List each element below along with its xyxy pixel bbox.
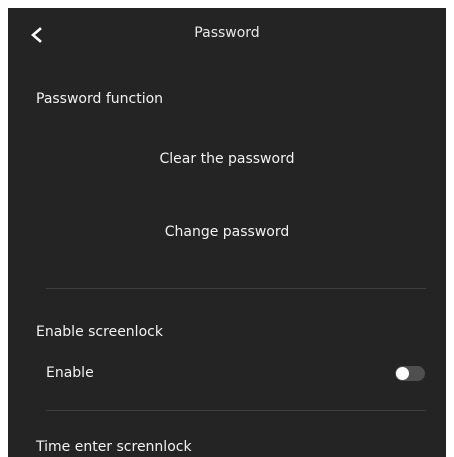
- page-title: Password: [194, 25, 260, 41]
- clear-password-button[interactable]: Clear the password: [8, 150, 446, 168]
- toggle-knob: [396, 367, 409, 380]
- header-bar: Password: [8, 8, 446, 60]
- divider: [46, 288, 426, 289]
- password-settings-screen: Password Password function Clear the pas…: [8, 8, 446, 457]
- enable-screenlock-toggle[interactable]: [395, 366, 425, 381]
- enable-screenlock-heading: Enable screenlock: [36, 324, 163, 340]
- time-enter-screenlock-heading[interactable]: Time enter scrennlock: [36, 438, 192, 456]
- divider: [46, 410, 426, 411]
- password-function-heading: Password function: [36, 91, 164, 107]
- enable-label: Enable: [46, 365, 94, 381]
- change-password-button[interactable]: Change password: [8, 223, 446, 241]
- enable-screenlock-row: Enable: [8, 356, 446, 390]
